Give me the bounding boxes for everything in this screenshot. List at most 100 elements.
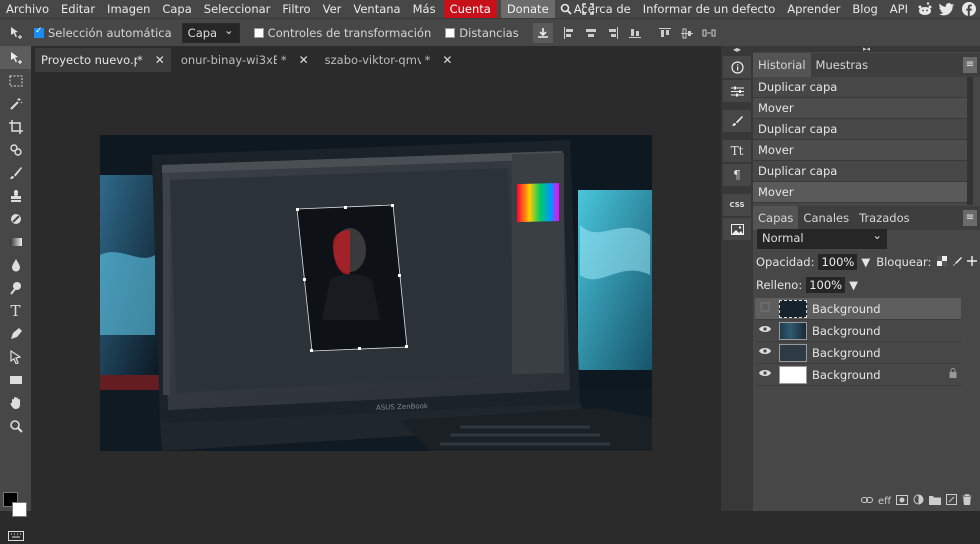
blur-tool-icon[interactable] [0, 253, 31, 276]
tab-trazados[interactable]: Trazados [854, 206, 915, 230]
layer-row[interactable]: Background [755, 364, 961, 386]
layer-mask-icon[interactable] [896, 494, 908, 508]
tab-capas[interactable]: Capas [753, 206, 799, 230]
magic-wand-icon[interactable] [0, 92, 31, 115]
image-icon[interactable] [723, 218, 751, 240]
link-informar-defecto[interactable]: Informar de un defecto [637, 0, 782, 18]
menu-archivo[interactable]: Archivo [0, 0, 55, 18]
reddit-icon[interactable] [914, 0, 936, 18]
cuenta-button[interactable]: Cuenta [443, 0, 497, 18]
distribute-spacing-icon[interactable] [699, 23, 719, 43]
fill-input[interactable]: 100% [806, 277, 846, 293]
menu-ver[interactable]: Ver [317, 0, 348, 18]
distribute-vcenter-icon[interactable] [677, 23, 697, 43]
menu-mas[interactable]: Más [407, 0, 442, 18]
clone-stamp-icon[interactable] [0, 184, 31, 207]
lock-pixels-icon[interactable] [937, 255, 948, 269]
menu-filtro[interactable]: Filtro [276, 0, 316, 18]
eye-icon[interactable] [755, 369, 775, 380]
lock-move-icon[interactable] [967, 255, 978, 269]
rectangle-tool-icon[interactable] [0, 368, 31, 391]
close-icon[interactable]: ✕ [442, 53, 452, 67]
close-icon[interactable]: ✕ [299, 53, 309, 67]
info-icon[interactable] [723, 56, 751, 78]
panel-menu-icon[interactable]: ≡ [963, 210, 977, 226]
path-select-icon[interactable] [0, 345, 31, 368]
history-row[interactable]: Mover [753, 140, 968, 161]
link-blog[interactable]: Blog [846, 0, 883, 18]
tab-canales[interactable]: Canales [798, 206, 854, 230]
link-aprender[interactable]: Aprender [781, 0, 846, 18]
css-icon[interactable]: CSS [723, 194, 751, 216]
link-layers-icon[interactable] [860, 496, 873, 507]
menu-imagen[interactable]: Imagen [101, 0, 156, 18]
tab-muestras[interactable]: Muestras [811, 53, 874, 77]
link-acerca-de[interactable]: Acerca de [568, 0, 637, 18]
twitter-icon[interactable] [936, 0, 958, 18]
history-row[interactable]: Duplicar capa [753, 119, 968, 140]
tab-document-1[interactable]: Proyecto nuevo.psd * ✕ [35, 48, 171, 72]
layer-row[interactable]: Background [755, 298, 961, 320]
menu-ventana[interactable]: Ventana [347, 0, 406, 18]
facebook-icon[interactable] [958, 0, 980, 18]
history-row[interactable]: Duplicar capa [753, 161, 968, 182]
healing-brush-icon[interactable] [0, 138, 31, 161]
new-layer-icon[interactable] [946, 494, 957, 508]
move-tool-icon[interactable] [0, 46, 31, 69]
paragraph-icon[interactable]: ¶ [723, 164, 751, 186]
character-icon[interactable]: Tt [723, 140, 751, 162]
collapse-arrows-icon[interactable]: ◂▸ [721, 46, 753, 54]
document-canvas[interactable]: ASUS ZenBook [100, 135, 652, 451]
gradient-tool-icon[interactable] [0, 230, 31, 253]
opacity-dropdown-icon[interactable]: ▼ [861, 255, 870, 269]
history-row[interactable]: Mover [753, 98, 968, 119]
menu-seleccionar[interactable]: Seleccionar [198, 0, 277, 18]
eraser-tool-icon[interactable] [0, 207, 31, 230]
layer-row[interactable]: Background [755, 320, 961, 342]
tab-document-3[interactable]: szabo-viktor-qmvl * ✕ [319, 48, 459, 72]
keyboard-icon[interactable] [8, 530, 24, 544]
close-icon[interactable]: ✕ [155, 53, 165, 67]
menu-capa[interactable]: Capa [156, 0, 197, 18]
download-icon[interactable] [532, 22, 553, 43]
menu-editar[interactable]: Editar [55, 0, 101, 18]
brush-settings-icon[interactable] [723, 110, 751, 132]
auto-select-checkbox[interactable]: Selección automática [34, 26, 172, 40]
pen-tool-icon[interactable] [0, 322, 31, 345]
link-api[interactable]: API [884, 0, 914, 18]
delete-layer-icon[interactable] [962, 494, 972, 508]
align-hcenter-icon[interactable] [581, 23, 601, 43]
eye-icon[interactable] [755, 325, 775, 336]
adjustment-layer-icon[interactable] [913, 494, 924, 508]
distances-checkbox[interactable]: Distancias [445, 26, 519, 40]
new-group-icon[interactable] [929, 495, 941, 508]
layer-effects-icon[interactable]: eff [878, 496, 891, 507]
zoom-tool-icon[interactable] [0, 414, 31, 437]
distribute-top-icon[interactable] [655, 23, 675, 43]
align-bottom-icon[interactable] [625, 23, 645, 43]
eye-icon[interactable] [755, 347, 775, 358]
blend-mode-select[interactable]: Normal [757, 228, 887, 249]
type-tool-icon[interactable]: T [0, 299, 31, 322]
opacity-input[interactable]: 100% [818, 254, 858, 270]
layer-row[interactable]: Background [755, 342, 961, 364]
donate-button[interactable]: Donate [500, 0, 555, 18]
adjustments-icon[interactable] [723, 80, 751, 102]
hand-tool-icon[interactable] [0, 391, 31, 414]
align-right-icon[interactable] [603, 23, 623, 43]
canvas-workspace[interactable]: ASUS ZenBook [31, 72, 721, 511]
brush-tool-icon[interactable] [0, 161, 31, 184]
panel-menu-icon[interactable]: ≡ [963, 57, 977, 73]
history-row[interactable]: Mover [753, 182, 968, 203]
tab-historial[interactable]: Historial [753, 53, 811, 77]
transform-controls-checkbox[interactable]: Controles de transformación [253, 26, 431, 40]
marquee-tool-icon[interactable] [0, 69, 31, 92]
fill-dropdown-icon[interactable]: ▼ [849, 278, 858, 292]
history-scrollbar[interactable] [967, 77, 973, 205]
align-left-icon[interactable] [559, 23, 579, 43]
tab-document-2[interactable]: onur-binay-wi3xBn * ✕ [175, 48, 315, 72]
collapse-arrows-icon[interactable]: ▸◂ [753, 46, 980, 53]
dodge-tool-icon[interactable] [0, 276, 31, 299]
history-row[interactable]: Duplicar capa [753, 77, 968, 98]
auto-select-target-select[interactable]: Capa [181, 22, 240, 43]
